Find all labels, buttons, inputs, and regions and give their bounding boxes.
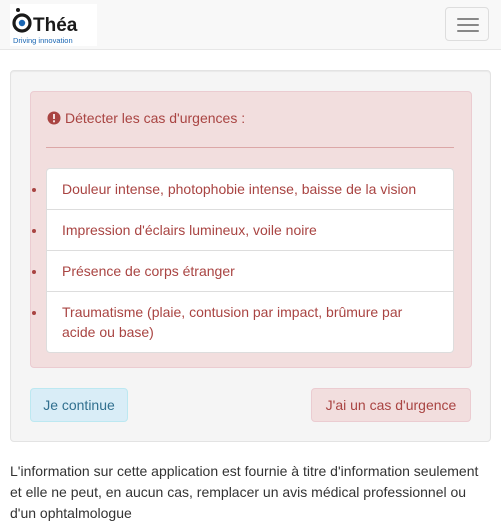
hamburger-bar — [457, 24, 479, 26]
disclaimer-text: L'information sur cette application est … — [10, 463, 479, 521]
hamburger-menu-button[interactable] — [445, 7, 489, 41]
logo-tagline: Driving innovation — [13, 36, 73, 45]
alert-title: Détecter les cas d'urgences : — [47, 108, 245, 128]
continue-button[interactable]: Je continue — [30, 388, 128, 422]
list-item: Douleur intense, photophobie intense, ba… — [47, 169, 453, 209]
exclamation-circle-icon — [47, 111, 61, 125]
emergency-button[interactable]: J'ai un cas d'urgence — [311, 388, 471, 422]
navbar: Théa Driving innovation — [0, 0, 501, 50]
list-item: Présence de corps étranger — [47, 250, 453, 291]
list-item: Impression d'éclairs lumineux, voile noi… — [47, 209, 453, 250]
hamburger-bar — [457, 18, 479, 20]
thea-logo[interactable]: Théa Driving innovation — [10, 4, 97, 46]
logo-wordmark: Théa — [33, 15, 78, 36]
divider — [46, 147, 454, 148]
emergency-symptom-list: Douleur intense, photophobie intense, ba… — [46, 168, 454, 353]
alert-title-text: Détecter les cas d'urgences : — [65, 110, 246, 126]
main-panel: Détecter les cas d'urgences : Douleur in… — [10, 70, 491, 442]
emergency-alert: Détecter les cas d'urgences : Douleur in… — [30, 91, 472, 368]
list-item: Traumatisme (plaie, contusion par impact… — [47, 291, 453, 352]
hamburger-bar — [457, 30, 479, 32]
